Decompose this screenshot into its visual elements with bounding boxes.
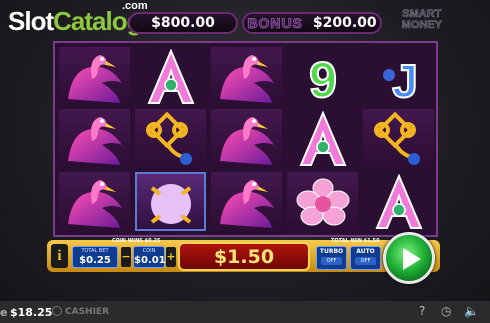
win-value: $1.50 [213,245,275,268]
history-icon[interactable]: ◷ [441,304,451,318]
total-bet-value: $0.25 [79,255,111,266]
coin-plus-button[interactable]: + [166,247,176,267]
peony-symbol [287,172,358,231]
bonus-value: $200.00 [312,15,377,31]
letter-j-symbol: J [363,47,434,106]
flamingo-symbol [59,109,130,168]
status-bar: e $18.25 CASHIER ? ◷ 🔈 [0,301,490,323]
play-icon [403,248,421,270]
reel-grid: 9 J [53,41,438,237]
knot-charm-symbol [135,109,206,168]
nine-glyph: 9 [309,52,337,105]
help-icon[interactable]: ? [419,304,425,318]
letter-a-symbol [287,109,358,168]
cashier-button[interactable]: CASHIER [65,307,109,317]
slotcatalog-watermark: SlotCatalog .com [8,0,148,36]
game-logo: SMART MONEY [401,8,442,31]
coin-minus-button[interactable]: − [121,247,131,267]
nine-symbol: 9 [287,47,358,106]
flamingo-symbol [59,172,130,231]
win-display: $1.50 [178,242,310,271]
coin-wins-label: COIN WINS $0.25 [112,238,161,244]
flamingo-symbol [211,47,282,106]
balance-value: $18.25 [10,306,53,319]
info-button[interactable]: i [51,244,68,268]
autoplay-toggle[interactable]: AUTO OFF [350,246,381,270]
spin-button[interactable] [383,232,435,284]
total-win-label: TOTAL WIN $1.50 [331,238,380,244]
flamingo-symbol [211,172,282,231]
total-bet-meter[interactable]: TOTAL BET $0.25 [72,246,118,268]
flamingo-symbol [59,47,130,106]
coin-value: $0.01 [134,255,166,266]
flamingo-symbol [211,109,282,168]
bonus-meter: BONUS $200.00 [242,12,382,34]
bonus-label: BONUS [247,15,303,32]
sound-icon[interactable]: 🔈 [464,304,479,318]
turbo-toggle[interactable]: TURBO OFF [316,246,347,270]
top-balance-value: $800.00 [151,15,215,31]
knot-charm-symbol [363,109,434,168]
coin-meter[interactable]: COIN $0.01 [133,246,166,268]
letter-a-symbol [135,47,206,106]
letter-a-symbol [363,172,434,231]
top-balance-meter: $800.00 [128,12,238,34]
cashier-icon [52,306,62,316]
j-glyph: J [392,55,418,105]
pearl-symbol [135,172,206,231]
